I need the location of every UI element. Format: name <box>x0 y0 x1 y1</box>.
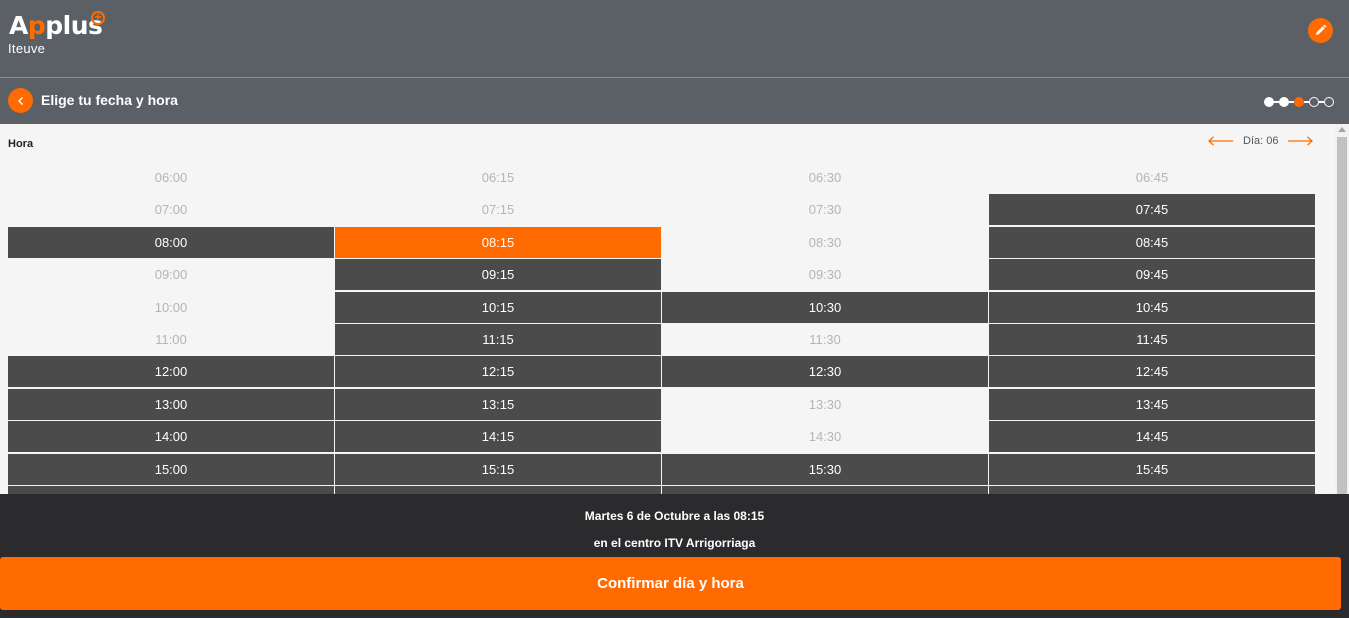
time-slot-unavailable: 10:00 <box>154 299 188 315</box>
time-slot-unavailable: 11:00 <box>155 332 187 347</box>
time-slot-unavailable: 08:30 <box>808 234 842 250</box>
time-slot-available[interactable]: 13:00 <box>8 388 334 420</box>
logo-plus-icon: + <box>91 11 105 25</box>
step-indicator <box>1264 97 1334 107</box>
time-slot-unavailable: 13:30 <box>808 396 842 412</box>
time-slot-available[interactable]: 12:00 <box>8 356 334 388</box>
time-slot-selected[interactable]: 08:15 <box>335 226 661 258</box>
time-slot-available[interactable]: 11:15 <box>335 324 661 355</box>
time-slot-available[interactable]: 14:45 <box>989 421 1315 453</box>
time-slot-available[interactable]: 15:15 <box>335 453 661 485</box>
time-slot-available[interactable]: 12:30 <box>662 356 988 388</box>
applus-logo[interactable]: Applus + Iteuve <box>8 11 105 56</box>
vertical-scrollbar[interactable] <box>1335 124 1349 494</box>
time-slot-unavailable: 06:30 <box>808 170 842 185</box>
step-dot-3 <box>1294 97 1304 107</box>
time-slot-unavailable: 07:30 <box>808 202 842 218</box>
hora-label: Hora <box>8 138 34 150</box>
time-slot-unavailable: 06:15 <box>481 170 515 185</box>
time-slot-available[interactable]: 08:00 <box>8 226 334 258</box>
time-slot-available[interactable] <box>989 486 1315 494</box>
pencil-icon <box>1316 24 1327 35</box>
logo-wordmark: Applus <box>9 11 103 40</box>
scroll-up-arrow-icon[interactable] <box>1338 127 1346 132</box>
time-slot-available[interactable]: 09:45 <box>989 259 1315 291</box>
scrollbar-thumb[interactable] <box>1337 137 1347 494</box>
confirm-button[interactable]: Confirmar día y hora <box>0 557 1341 610</box>
arrow-left-icon[interactable] <box>1208 136 1234 146</box>
time-slot-available[interactable] <box>335 486 661 494</box>
time-slot-available[interactable]: 14:15 <box>335 421 661 453</box>
time-slot-available[interactable]: 10:15 <box>335 291 661 323</box>
time-slot-available[interactable]: 14:00 <box>8 421 334 453</box>
booking-summary-center: en el centro ITV Arrigorriaga <box>593 536 756 550</box>
chevron-left-icon <box>17 96 23 105</box>
logo-subtitle: Iteuve <box>8 41 46 56</box>
day-label: Día: 06 <box>1243 135 1279 147</box>
time-slot-available[interactable]: 07:45 <box>989 194 1315 226</box>
time-slot-available[interactable]: 10:45 <box>989 291 1315 323</box>
edit-button[interactable] <box>1308 18 1333 43</box>
time-slot-unavailable: 11:30 <box>809 332 841 347</box>
step-dot-2 <box>1279 97 1289 107</box>
arrow-right-icon[interactable] <box>1287 136 1314 146</box>
time-slot-available[interactable]: 15:30 <box>662 453 988 485</box>
time-slot-unavailable: 06:00 <box>154 170 188 185</box>
booking-footer: Martes 6 de Octubre a las 08:15 en el ce… <box>0 494 1349 618</box>
time-slot-available[interactable]: 10:30 <box>662 291 988 323</box>
time-slot-available[interactable]: 15:45 <box>989 453 1315 485</box>
time-slot-available[interactable]: 15:00 <box>8 453 334 485</box>
step-dot-1 <box>1264 97 1274 107</box>
time-slot-unavailable: 07:15 <box>481 202 515 218</box>
step-dot-5 <box>1324 97 1334 107</box>
time-slot-available[interactable]: 12:15 <box>335 356 661 388</box>
page-title: Elige tu fecha y hora <box>41 92 178 108</box>
booking-summary-date: Martes 6 de Octubre a las 08:15 <box>584 509 765 523</box>
time-slot-available[interactable]: 09:15 <box>335 259 661 291</box>
schedule-panel: Hora Día: 06 06:00 07:00 08:00 09:00 10:00 11… <box>0 124 1349 494</box>
time-slot-available[interactable]: 13:45 <box>989 388 1315 420</box>
step-dot-4 <box>1309 97 1319 107</box>
time-slot-available[interactable]: 11:45 <box>989 324 1315 355</box>
day-navigation: Día: 06 <box>1208 135 1314 147</box>
time-slot-unavailable: 06:45 <box>1135 170 1169 185</box>
time-slot-unavailable: 14:30 <box>808 429 842 445</box>
time-slot-unavailable: 09:30 <box>808 267 842 283</box>
time-slot-available[interactable] <box>662 486 988 494</box>
time-slot-available[interactable]: 13:15 <box>335 388 661 420</box>
time-slot-available[interactable] <box>8 486 334 494</box>
time-slot-available[interactable]: 08:45 <box>989 226 1315 258</box>
time-slot-available[interactable]: 12:45 <box>989 356 1315 388</box>
time-slot-unavailable: 09:00 <box>154 267 188 283</box>
top-bar: Applus + Iteuve <box>0 0 1349 78</box>
step-header: Elige tu fecha y hora <box>0 78 1349 124</box>
back-button[interactable] <box>8 88 33 113</box>
time-slot-unavailable: 07:00 <box>154 202 188 218</box>
